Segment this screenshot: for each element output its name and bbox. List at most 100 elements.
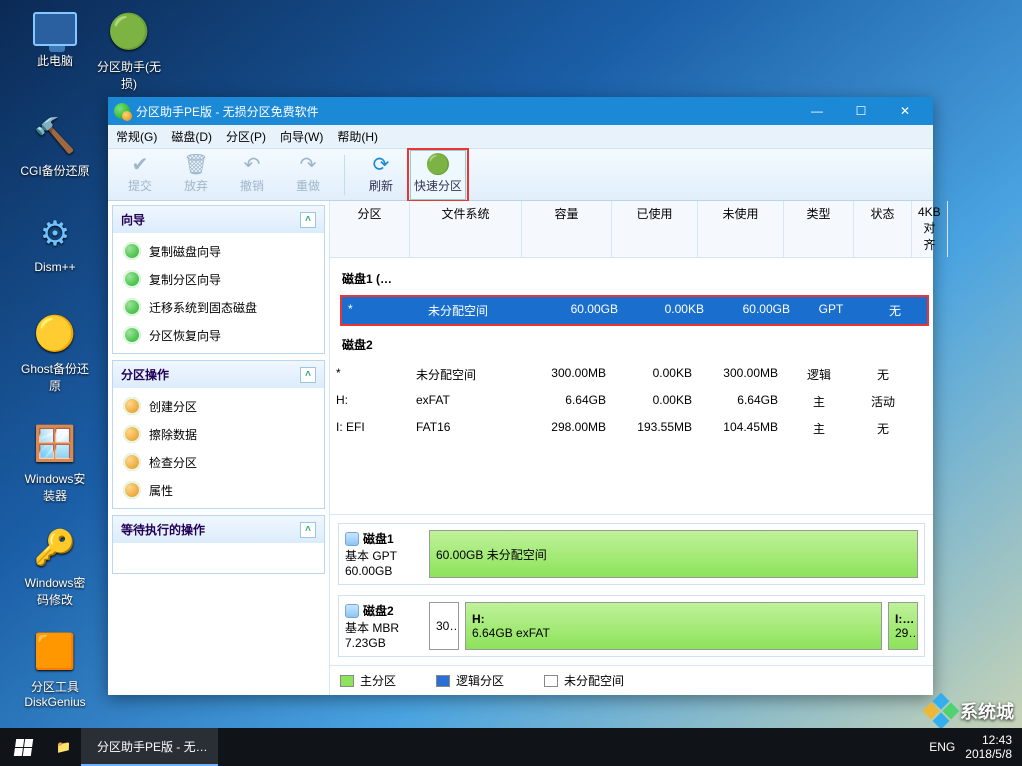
desktop-icon-diskgenius[interactable]: 🟧 分区工具 DiskGenius	[18, 628, 92, 709]
col-partition[interactable]: 分区	[330, 201, 410, 257]
swatch-primary	[340, 675, 354, 687]
legend: 主分区 逻辑分区 未分配空间	[330, 665, 933, 695]
sidebar-item-create[interactable]: 创建分区	[115, 392, 322, 420]
disk-map-2[interactable]: 磁盘2 基本 MBR 7.23GB 30… H: 6.64GB exFAT I:…	[338, 595, 925, 657]
highlight-box: * 未分配空间 60.00GB 0.00KB 60.00GB GPT 无 是	[340, 295, 929, 326]
menu-general[interactable]: 常规(G)	[116, 128, 157, 145]
system-tray: ENG 12:43 2018/5/8	[919, 733, 1022, 762]
desktop-icon-this-pc[interactable]: 此电脑	[18, 8, 92, 69]
segment-unallocated[interactable]: 60.00GB 未分配空间	[429, 530, 918, 578]
redo-button[interactable]: ↷重做	[280, 150, 336, 200]
app-icon	[114, 103, 130, 119]
menu-partition[interactable]: 分区(P)	[226, 128, 266, 145]
label: 分区助手(无 损)	[92, 58, 166, 92]
desktop-icon-partition-assistant[interactable]: 🟢 分区助手(无 损)	[92, 8, 166, 92]
desktop-icon-win-installer[interactable]: 🪟 Windows安 装器	[18, 420, 92, 504]
key-icon: 🔑	[31, 524, 79, 572]
segment-i[interactable]: I:… 29…	[888, 602, 918, 650]
check-icon: ✔	[132, 155, 149, 175]
quick-partition-highlight: 🟢快速分区	[407, 148, 469, 202]
sidebar-item-check[interactable]: 检查分区	[115, 448, 322, 476]
table-row[interactable]: *未分配空间300.00MB0.00KB300.00MB逻辑无是	[330, 361, 933, 388]
swatch-unalloc	[544, 675, 558, 687]
wizard-icon	[123, 326, 141, 344]
maximize-button[interactable]: ☐	[839, 97, 883, 125]
desktop-icon-dism[interactable]: ⚙ Dism++	[18, 210, 92, 274]
discard-button[interactable]: 🗑放弃	[168, 150, 224, 200]
col-type[interactable]: 类型	[784, 201, 854, 257]
table-row[interactable]: I: EFIFAT16298.00MB193.55MB104.45MB主无是	[330, 415, 933, 442]
separator	[344, 155, 345, 195]
chevron-up-icon[interactable]: ˄	[300, 522, 316, 538]
quick-icon: 🟢	[426, 155, 451, 175]
sidebar-item-migrate-ssd[interactable]: 迁移系统到固态磁盘	[115, 293, 322, 321]
refresh-button[interactable]: ⟳刷新	[353, 150, 409, 200]
segment-unallocated[interactable]: 30…	[429, 602, 459, 650]
panel-wizard: 向导˄ 复制磁盘向导 复制分区向导 迁移系统到固态磁盘 分区恢复向导	[112, 205, 325, 354]
disk-map-1[interactable]: 磁盘1 基本 GPT 60.00GB 60.00GB 未分配空间	[338, 523, 925, 585]
menu-wizard[interactable]: 向导(W)	[280, 128, 323, 145]
panel-header[interactable]: 向导˄	[113, 206, 324, 233]
chevron-up-icon[interactable]: ˄	[300, 367, 316, 383]
taskbar-explorer[interactable]: 📁	[46, 728, 81, 766]
swatch-logical	[436, 675, 450, 687]
panel-pending: 等待执行的操作˄	[112, 515, 325, 574]
label: 此电脑	[18, 52, 92, 69]
panel-header[interactable]: 等待执行的操作˄	[113, 516, 324, 543]
panel-header[interactable]: 分区操作˄	[113, 361, 324, 388]
sidebar-item-copy-partition[interactable]: 复制分区向导	[115, 265, 322, 293]
desktop-icon-win-password[interactable]: 🔑 Windows密 码修改	[18, 524, 92, 608]
segment-h[interactable]: H: 6.64GB exFAT	[465, 602, 882, 650]
menu-disk[interactable]: 磁盘(D)	[171, 128, 212, 145]
disk-group-1[interactable]: 磁盘1 (…	[330, 262, 933, 295]
table-row[interactable]: * 未分配空间 60.00GB 0.00KB 60.00GB GPT 无 是	[342, 297, 927, 324]
main-pane: 分区 文件系统 容量 已使用 未使用 类型 状态 4KB对齐 磁盘1 (… * …	[330, 201, 933, 695]
table-row[interactable]: H:exFAT6.64GB0.00KB6.64GB主活动是	[330, 388, 933, 415]
ime-indicator[interactable]: ENG	[929, 740, 955, 754]
grid-header: 分区 文件系统 容量 已使用 未使用 类型 状态 4KB对齐	[330, 201, 933, 258]
menubar: 常规(G) 磁盘(D) 分区(P) 向导(W) 帮助(H)	[108, 125, 933, 149]
label: 分区工具 DiskGenius	[18, 678, 92, 709]
disk-maps: 磁盘1 基本 GPT 60.00GB 60.00GB 未分配空间 磁盘2 基本 …	[330, 514, 933, 665]
quick-partition-button[interactable]: 🟢快速分区	[410, 150, 466, 200]
taskbar-app[interactable]: 分区助手PE版 - 无…	[81, 728, 218, 766]
redo-icon: ↷	[300, 155, 317, 175]
sidebar-item-partition-recovery[interactable]: 分区恢复向导	[115, 321, 322, 349]
desktop-icon-cgi[interactable]: 🔨 CGI备份还原	[18, 112, 92, 179]
desktop-icon-ghost[interactable]: 🟡 Ghost备份还 原	[18, 310, 92, 394]
wizard-icon	[123, 270, 141, 288]
col-used[interactable]: 已使用	[612, 201, 698, 257]
start-button[interactable]	[0, 728, 46, 766]
col-fs[interactable]: 文件系统	[410, 201, 522, 257]
disk-group-2[interactable]: 磁盘2	[330, 328, 933, 361]
gear-icon: ⚙	[31, 210, 79, 258]
sidebar: 向导˄ 复制磁盘向导 复制分区向导 迁移系统到固态磁盘 分区恢复向导 分区操作˄…	[108, 201, 330, 695]
label: Ghost备份还 原	[18, 360, 92, 394]
col-align[interactable]: 4KB对齐	[912, 201, 948, 257]
col-capacity[interactable]: 容量	[522, 201, 612, 257]
col-status[interactable]: 状态	[854, 201, 912, 257]
toolbar: ✔提交 🗑放弃 ↶撤销 ↷重做 ⟳刷新 🟢快速分区	[108, 149, 933, 201]
partition-list[interactable]: 磁盘1 (… * 未分配空间 60.00GB 0.00KB 60.00GB GP…	[330, 258, 933, 514]
discard-icon: 🗑	[183, 155, 208, 175]
disk-icon	[345, 532, 359, 546]
sidebar-item-copy-disk[interactable]: 复制磁盘向导	[115, 237, 322, 265]
chevron-up-icon[interactable]: ˄	[300, 212, 316, 228]
label: Dism++	[18, 260, 92, 274]
sidebar-item-properties[interactable]: 属性	[115, 476, 322, 504]
win-icon: 🪟	[31, 420, 79, 468]
commit-button[interactable]: ✔提交	[112, 150, 168, 200]
clock[interactable]: 12:43 2018/5/8	[965, 733, 1012, 762]
minimize-button[interactable]: ―	[795, 97, 839, 125]
wizard-icon	[123, 242, 141, 260]
close-button[interactable]: ✕	[883, 97, 927, 125]
undo-button[interactable]: ↶撤销	[224, 150, 280, 200]
sidebar-item-wipe[interactable]: 擦除数据	[115, 420, 322, 448]
menu-help[interactable]: 帮助(H)	[337, 128, 378, 145]
titlebar[interactable]: 分区助手PE版 - 无损分区免费软件 ― ☐ ✕	[108, 97, 933, 125]
taskbar: 📁 分区助手PE版 - 无… ENG 12:43 2018/5/8	[0, 728, 1022, 766]
app-window: 分区助手PE版 - 无损分区免费软件 ― ☐ ✕ 常规(G) 磁盘(D) 分区(…	[108, 97, 933, 695]
wizard-icon	[123, 298, 141, 316]
hammer-icon: 🔨	[31, 112, 79, 160]
col-free[interactable]: 未使用	[698, 201, 784, 257]
